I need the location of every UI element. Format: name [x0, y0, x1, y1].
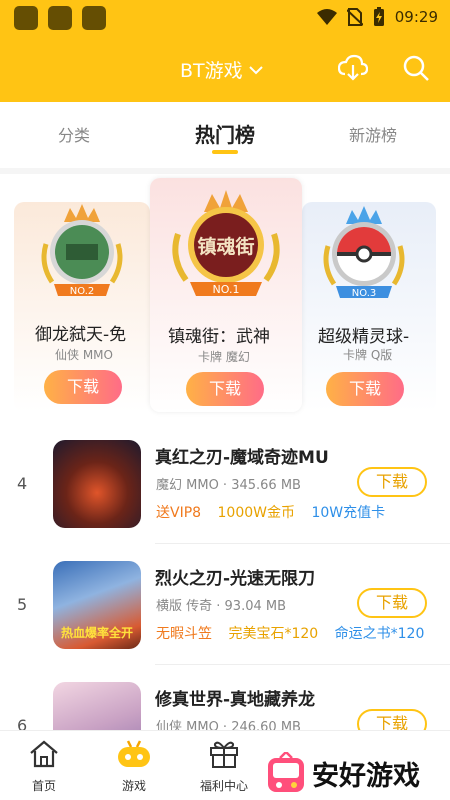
download-button[interactable]: 下载: [186, 372, 264, 406]
perk-tag: 送VIP8: [156, 505, 202, 521]
nav-home[interactable]: 首页: [9, 739, 79, 794]
row-divider: [155, 543, 450, 544]
tab-new-ranking[interactable]: 新游榜: [349, 122, 397, 146]
rank-number: 4: [17, 474, 28, 493]
rank-number: 5: [17, 595, 28, 614]
game-meta: 魔幻 MMO · 345.66 MB: [156, 478, 301, 493]
gamepad-icon: [118, 740, 150, 767]
perk-tag: 命运之书*120: [334, 626, 425, 642]
game-tags: 卡牌 魔幻: [198, 350, 250, 364]
handheld-console-icon: [268, 752, 304, 792]
game-title: 真红之刃-魔域奇迹MU: [155, 448, 329, 468]
rank-badge: NO.1: [213, 283, 240, 296]
medal-gold: 镇魂街 NO.1: [172, 190, 280, 296]
notification-icon: [82, 6, 106, 30]
game-tags: 卡牌 Q版: [343, 348, 393, 362]
no-sim-icon: [346, 8, 363, 26]
perk-tag: 完美宝石*120: [228, 626, 319, 642]
game-icon[interactable]: [53, 682, 141, 730]
perk-tag: 无暇斗笠: [156, 626, 212, 642]
watermark-logo: 安好游戏: [266, 752, 420, 794]
tab-category[interactable]: 分类: [58, 122, 90, 146]
notification-icon: [48, 6, 72, 30]
game-thumbnail-text: 镇魂街: [197, 235, 254, 258]
game-icon[interactable]: 热血爆率全开: [53, 561, 141, 649]
download-button[interactable]: 下载: [44, 370, 122, 404]
status-bar: 09:29: [0, 0, 450, 36]
download-button[interactable]: 下载: [357, 709, 427, 730]
download-button[interactable]: 下载: [326, 372, 404, 406]
game-meta: 仙侠 MMO · 246.60 MB: [156, 720, 301, 730]
medal-silver: NO.2: [41, 204, 123, 297]
app-header: BT游戏: [0, 36, 450, 102]
nav-welfare[interactable]: 福利中心: [189, 739, 259, 794]
download-button[interactable]: 下载: [357, 588, 427, 618]
nav-label: 游戏: [121, 779, 146, 793]
clock: 09:29: [394, 8, 438, 26]
nav-games[interactable]: 游戏: [99, 739, 169, 794]
game-title: 修真世界-真地藏养龙: [155, 690, 316, 710]
rank-number: 6: [17, 716, 28, 730]
list-item[interactable]: 4 真红之刃-魔域奇迹MU 魔幻 MMO · 345.66 MB 送VIP8 1…: [0, 424, 450, 544]
page-title: BT游戏: [180, 60, 243, 82]
game-meta: 横版 传奇 · 93.04 MB: [156, 599, 287, 614]
list-item[interactable]: 5 热血爆率全开 烈火之刃-光速无限刀 横版 传奇 · 93.04 MB 无暇斗…: [0, 545, 450, 665]
game-thumbnail-text: 热血爆率全开: [60, 626, 133, 640]
home-icon: [30, 740, 58, 768]
battery-icon: [373, 7, 384, 26]
perk-tag: 1000W金币: [217, 505, 295, 521]
game-title[interactable]: 御龙弑天-免: [35, 320, 135, 345]
rank-badge: NO.3: [352, 288, 377, 299]
chevron-down-icon: [248, 65, 263, 74]
section-divider: [0, 168, 450, 174]
category-dropdown[interactable]: BT游戏: [180, 56, 263, 83]
game-icon[interactable]: [53, 440, 141, 528]
perk-list: 送VIP8 1000W金币 10W充值卡: [156, 502, 397, 522]
game-title[interactable]: 镇魂街：武神: [168, 322, 284, 347]
perk-list: 无暇斗笠 完美宝石*120 命运之书*120: [156, 623, 450, 643]
download-button[interactable]: 下载: [357, 467, 427, 497]
gift-icon: [210, 741, 238, 768]
tab-bar: 分类 热门榜 新游榜: [0, 102, 450, 166]
tab-indicator: [212, 150, 238, 154]
list-item[interactable]: 6 修真世界-真地藏养龙 仙侠 MMO · 246.60 MB 下载: [0, 666, 450, 730]
game-title: 烈火之刃-光速无限刀: [155, 569, 316, 589]
download-manager-icon[interactable]: [338, 54, 368, 82]
game-tags: 仙侠 MMO: [55, 348, 113, 362]
game-title[interactable]: 超级精灵球-: [318, 322, 428, 347]
nav-label: 福利中心: [199, 779, 248, 793]
wifi-icon: [316, 9, 337, 25]
medal-bronze: NO.3: [323, 206, 405, 299]
watermark-text: 安好游戏: [312, 760, 420, 792]
tab-hot-ranking[interactable]: 热门榜: [195, 119, 255, 148]
nav-label: 首页: [31, 779, 56, 793]
row-divider: [155, 664, 450, 665]
perk-tag: 10W充值卡: [311, 505, 386, 521]
notification-icon: [14, 6, 38, 30]
rank-badge: NO.2: [70, 286, 95, 297]
search-icon[interactable]: [402, 54, 430, 82]
